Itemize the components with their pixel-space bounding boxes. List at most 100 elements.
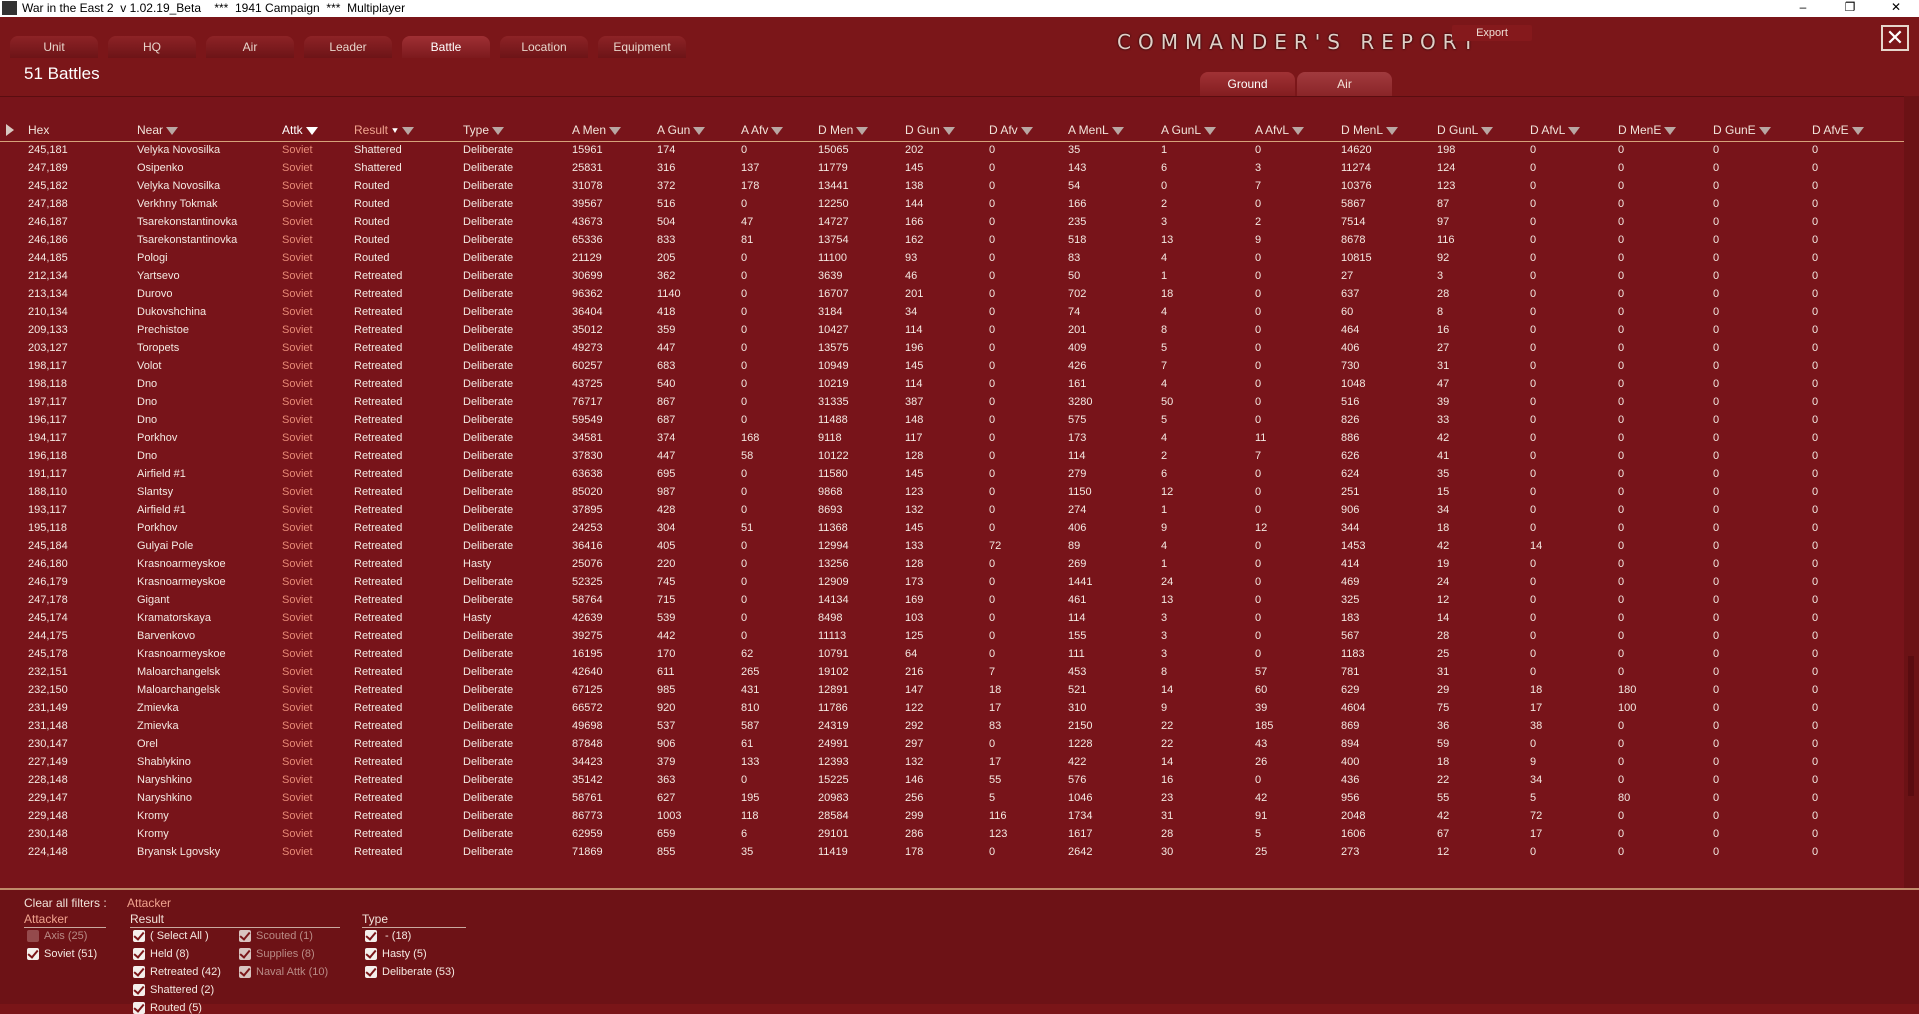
checkbox-checked-icon[interactable]	[133, 966, 145, 979]
table-row[interactable]: 209,133 Prechistoe Soviet Retreated Delibera…	[0, 322, 1904, 340]
filter-icon[interactable]	[609, 126, 622, 135]
tab-unit[interactable]: Unit	[10, 36, 98, 58]
col-d-mene[interactable]: D MenE	[1618, 123, 1677, 137]
table-row[interactable]: 246,187 Tsarekonstantinovka Soviet Routed De…	[0, 214, 1904, 232]
filter-result-select-all[interactable]: ( Select All )	[133, 930, 209, 943]
checkbox-checked-icon[interactable]	[133, 984, 145, 997]
table-row[interactable]: 246,186 Tsarekonstantinovka Soviet Routed De…	[0, 232, 1904, 250]
table-scrollbar[interactable]	[1904, 96, 1919, 888]
filter-icon[interactable]	[693, 126, 706, 135]
filter-icon[interactable]	[771, 126, 784, 135]
col-a-menl[interactable]: A MenL	[1068, 123, 1124, 137]
table-row[interactable]: 247,188 Verkhny Tokmak Soviet Routed Deliber…	[0, 196, 1904, 214]
table-row[interactable]: 246,180 Krasnoarmeyskoe Soviet Retreated Has…	[0, 556, 1904, 574]
col-near[interactable]: Near	[137, 123, 179, 137]
col-type[interactable]: Type	[463, 123, 505, 137]
minimize-button[interactable]: –	[1780, 0, 1826, 17]
col-d-afvl[interactable]: D AfvL	[1530, 123, 1581, 137]
filter-type-deliberate[interactable]: Deliberate (53)	[365, 966, 455, 979]
filter-icon[interactable]	[942, 126, 955, 135]
col-attk[interactable]: Attk	[282, 123, 318, 137]
table-row[interactable]: 247,178 Gigant Soviet Retreated Deliberate 58…	[0, 592, 1904, 610]
table-row[interactable]: 230,147 Orel Soviet Retreated Deliberate 8784…	[0, 736, 1904, 754]
table-row[interactable]: 232,150 Maloarchangelsk Soviet Retreated Del…	[0, 682, 1904, 700]
filter-icon[interactable]	[1292, 126, 1305, 135]
table-row[interactable]: 231,149 Zmievka Soviet Retreated Deliberate 6…	[0, 700, 1904, 718]
table-row[interactable]: 229,147 Naryshkino Soviet Retreated Delibera…	[0, 790, 1904, 808]
table-row[interactable]: 197,117 Dno Soviet Retreated Deliberate 76717…	[0, 394, 1904, 412]
table-row[interactable]: 188,110 Slantsy Soviet Retreated Deliberate 8…	[0, 484, 1904, 502]
filter-result-naval-attk[interactable]: Naval Attk (10)	[239, 966, 328, 979]
table-row[interactable]: 198,117 Volot Soviet Retreated Deliberate 602…	[0, 358, 1904, 376]
col-result[interactable]: Result ⯆	[354, 123, 415, 137]
checkbox-checked-icon[interactable]	[133, 930, 145, 943]
filter-icon[interactable]	[1204, 126, 1217, 135]
checkbox-checked-icon[interactable]	[239, 966, 251, 979]
tab-hq[interactable]: HQ	[108, 36, 196, 58]
clear-all-filters-link[interactable]: Clear all filters :	[24, 896, 107, 910]
subtab-ground[interactable]: Ground	[1200, 72, 1295, 96]
export-button[interactable]: Export	[1452, 25, 1532, 41]
col-a-men[interactable]: A Men	[572, 123, 622, 137]
col-d-gune[interactable]: D GunE	[1713, 123, 1771, 137]
row-selector-arrow-icon[interactable]	[6, 124, 14, 136]
col-a-afvl[interactable]: A AfvL	[1255, 123, 1305, 137]
filter-type-hasty[interactable]: Hasty (5)	[365, 948, 427, 961]
checkbox-checked-icon[interactable]	[27, 948, 39, 961]
col-d-gunl[interactable]: D GunL	[1437, 123, 1494, 137]
table-row[interactable]: 210,134 Dukovshchina Soviet Retreated Delibe…	[0, 304, 1904, 322]
table-row[interactable]: 212,134 Yartsevo Soviet Retreated Deliberate…	[0, 268, 1904, 286]
sort-descending-icon[interactable]: ⯆	[391, 126, 399, 137]
table-row[interactable]: 196,118 Dno Soviet Retreated Deliberate 37830…	[0, 448, 1904, 466]
filter-result-scouted[interactable]: Scouted (1)	[239, 930, 313, 943]
table-row[interactable]: 224,148 Bryansk Lgovsky Soviet Retreated Del…	[0, 844, 1904, 862]
checkbox-checked-icon[interactable]	[365, 966, 377, 979]
window-close-button[interactable]: ✕	[1873, 0, 1919, 17]
filter-icon[interactable]	[1851, 126, 1864, 135]
filter-result-retreated[interactable]: Retreated (42)	[133, 966, 221, 979]
filter-result-routed[interactable]: Routed (5)	[133, 1002, 202, 1014]
table-row[interactable]: 245,178 Krasnoarmeyskoe Soviet Retreated Del…	[0, 646, 1904, 664]
filter-icon[interactable]	[492, 126, 505, 135]
table-row[interactable]: 231,148 Zmievka Soviet Retreated Deliberate 4…	[0, 718, 1904, 736]
col-d-menl[interactable]: D MenL	[1341, 123, 1399, 137]
table-row[interactable]: 213,134 Durovo Soviet Retreated Deliberate 96…	[0, 286, 1904, 304]
col-a-gunl[interactable]: A GunL	[1161, 123, 1217, 137]
checkbox-checked-icon[interactable]	[133, 1002, 145, 1014]
tab-battle[interactable]: Battle	[402, 36, 490, 58]
filter-attacker-axis[interactable]: Axis (25)	[27, 930, 87, 943]
table-row[interactable]: 191,117 Airfield #1 Soviet Retreated Deliber…	[0, 466, 1904, 484]
col-a-afv[interactable]: A Afv	[741, 123, 784, 137]
filter-icon[interactable]	[856, 126, 869, 135]
tab-location[interactable]: Location	[500, 36, 588, 58]
checkbox-checked-icon[interactable]	[365, 948, 377, 961]
filter-result-held[interactable]: Held (8)	[133, 948, 189, 961]
checkbox-icon[interactable]	[27, 930, 39, 943]
table-row[interactable]: 198,118 Dno Soviet Retreated Deliberate 43725…	[0, 376, 1904, 394]
col-d-afve[interactable]: D AfvE	[1812, 123, 1864, 137]
checkbox-checked-icon[interactable]	[133, 948, 145, 961]
filter-attacker-soviet[interactable]: Soviet (51)	[27, 948, 97, 961]
col-a-gun[interactable]: A Gun	[657, 123, 706, 137]
restore-button[interactable]: ❐	[1827, 0, 1873, 17]
close-report-button[interactable]: ✕	[1881, 25, 1909, 51]
subtab-air[interactable]: Air	[1297, 72, 1392, 96]
table-row[interactable]: 246,179 Krasnoarmeyskoe Soviet Retreated Del…	[0, 574, 1904, 592]
active-filter-attacker[interactable]: Attacker	[127, 896, 171, 910]
filter-icon[interactable]	[1664, 126, 1677, 135]
table-row[interactable]: 244,175 Barvenkovo Soviet Retreated Delibera…	[0, 628, 1904, 646]
table-row[interactable]: 227,149 Shablykino Soviet Retreated Delibera…	[0, 754, 1904, 772]
table-row[interactable]: 193,117 Airfield #1 Soviet Retreated Deliber…	[0, 502, 1904, 520]
table-row[interactable]: 245,174 Kramatorskaya Soviet Retreated Hasty…	[0, 610, 1904, 628]
table-row[interactable]: 194,117 Porkhov Soviet Retreated Deliberate 3…	[0, 430, 1904, 448]
tab-air[interactable]: Air	[206, 36, 294, 58]
filter-icon[interactable]	[1758, 126, 1771, 135]
filter-result-shattered[interactable]: Shattered (2)	[133, 984, 214, 997]
table-row[interactable]: 195,118 Porkhov Soviet Retreated Deliberate 2…	[0, 520, 1904, 538]
filter-icon[interactable]	[166, 126, 179, 135]
filter-icon[interactable]	[1020, 126, 1033, 135]
table-row[interactable]: 230,148 Kromy Soviet Retreated Deliberate 629…	[0, 826, 1904, 844]
filter-active-icon[interactable]	[305, 126, 318, 135]
table-row[interactable]: 228,148 Naryshkino Soviet Retreated Delibera…	[0, 772, 1904, 790]
filter-icon[interactable]	[1111, 126, 1124, 135]
